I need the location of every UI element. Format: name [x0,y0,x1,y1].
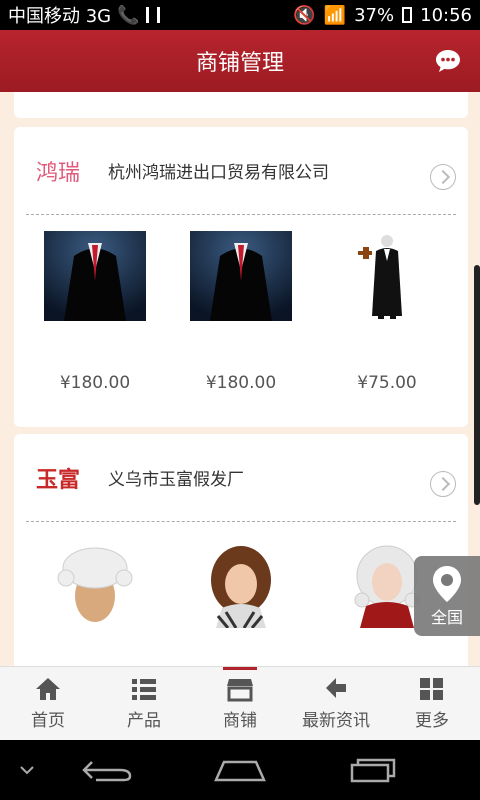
nav-label: 首页 [31,711,65,731]
chat-bubble-icon[interactable] [434,47,462,75]
nav-item-news[interactable]: 最新资讯 [288,667,384,740]
back-icon[interactable] [80,758,134,784]
status-bar: 中国移动 3G 📞 🔇 📶 37% 10:56 [0,0,480,30]
white-wig-mannequin-image[interactable] [50,538,140,628]
mute-icon: 🔇 [293,4,316,26]
shop-card[interactable]: 玉富 义乌市玉富假发厂 [14,434,468,666]
nav-label: 最新资讯 [302,711,370,731]
news-icon [326,678,346,698]
nav-label: 更多 [415,711,449,731]
product-row: ¥180.00 ¥180.00 ¥75.00 [14,215,468,393]
brown-curly-wig-image[interactable] [196,538,286,628]
judge-figure-image[interactable] [336,231,438,321]
chevron-right-icon[interactable] [430,164,456,190]
bottom-nav: 首页 产品 商铺 最新资讯 更多 [0,666,480,740]
product-item[interactable]: ¥180.00 [171,231,311,393]
nav-item-products[interactable]: 产品 [96,667,192,740]
judge-robe-image[interactable] [44,231,146,321]
product-item[interactable] [171,538,311,628]
nav-item-shops[interactable]: 商铺 [192,667,288,740]
status-right: 🔇 📶 37% 10:56 [293,5,472,26]
product-item[interactable]: ¥180.00 [25,231,165,393]
chevron-right-icon[interactable] [430,471,456,497]
signal-bars-icon [145,7,160,23]
recent-apps-icon[interactable] [348,756,400,784]
shop-name[interactable]: 义乌市玉富假发厂 [108,465,244,490]
battery-icon [402,7,413,23]
judge-robe-image[interactable] [190,231,292,321]
shop-header[interactable]: 鸿瑞 杭州鸿瑞进出口贸易有限公司 [26,127,456,215]
shop-name[interactable]: 杭州鸿瑞进出口贸易有限公司 [108,158,329,183]
shop-logo: 玉富 [36,466,81,493]
wifi-icon: 📶 [323,4,347,26]
status-left: 中国移动 3G 📞 [8,2,160,28]
shop-icon [227,679,253,702]
phone-icon: 📞 [117,4,140,26]
home-icon [36,678,60,700]
location-label: 全国 [430,608,463,627]
keyboard-hide-icon[interactable] [18,764,36,776]
product-row [14,522,468,628]
shop-card[interactable]: 鸿瑞 杭州鸿瑞进出口贸易有限公司 ¥180.00 ¥180.00 ¥75.00 [14,127,468,427]
nav-item-home[interactable]: 首页 [0,667,96,740]
product-price: ¥180.00 [59,373,131,393]
nav-label: 产品 [127,711,161,731]
list-icon [132,679,156,700]
product-price: ¥180.00 [205,373,277,393]
system-nav-bar [0,740,480,800]
product-price: ¥75.00 [357,373,417,393]
page-title: 商铺管理 [195,51,284,76]
shop-card-previous[interactable] [14,92,468,118]
nav-label: 商铺 [223,711,257,731]
time-label: 10:56 [420,4,472,26]
app-header: 商铺管理 [0,30,480,92]
product-item[interactable]: ¥75.00 [317,231,457,393]
product-item[interactable] [25,538,165,628]
carrier-label: 中国移动 3G [8,6,112,27]
shop-header[interactable]: 玉富 义乌市玉富假发厂 [26,434,456,522]
battery-label: 37% [354,4,395,26]
home-button-icon[interactable] [214,756,266,784]
map-pin-icon [433,566,461,602]
scrollbar[interactable] [474,265,480,505]
shop-logo: 鸿瑞 [36,160,81,186]
location-button[interactable]: 全国 [414,556,480,636]
grid-icon [420,678,443,700]
nav-item-more[interactable]: 更多 [384,667,480,740]
shop-list[interactable]: 鸿瑞 杭州鸿瑞进出口贸易有限公司 ¥180.00 ¥180.00 ¥75.00 … [0,92,480,666]
